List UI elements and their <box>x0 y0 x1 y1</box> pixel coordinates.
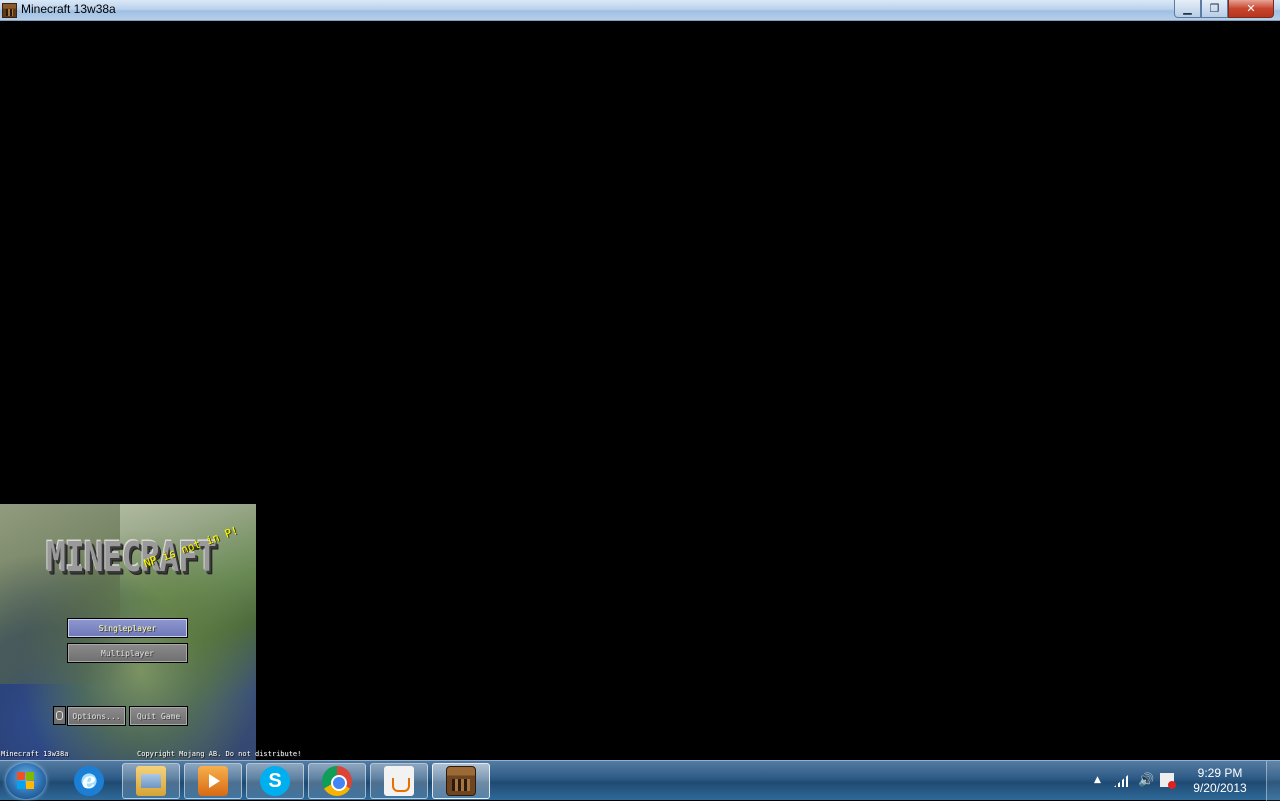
quit-game-button[interactable]: Quit Game <box>129 706 188 726</box>
globe-icon <box>56 711 63 720</box>
show-desktop-button[interactable] <box>1266 761 1280 801</box>
media-player-icon <box>198 766 228 796</box>
restore-button[interactable]: ❐ <box>1201 0 1228 18</box>
taskbar-skype[interactable]: S <box>246 763 304 799</box>
window-title: Minecraft 13w38a <box>21 2 116 16</box>
java-icon <box>384 766 414 796</box>
taskbar-minecraft[interactable] <box>432 763 490 799</box>
copyright-label: Copyright Mojang AB. Do not distribute! <box>137 750 302 758</box>
close-button[interactable]: ✕ <box>1228 0 1274 18</box>
system-tray: ▲ 🔊 9:29 PM 9/20/2013 <box>1090 761 1280 801</box>
chrome-icon <box>322 766 352 796</box>
options-button[interactable]: Options... <box>67 706 126 726</box>
minimize-button[interactable]: ▁ <box>1174 0 1201 18</box>
skype-icon: S <box>260 766 290 796</box>
language-button[interactable] <box>53 706 66 725</box>
multiplayer-button[interactable]: Multiplayer <box>67 643 188 663</box>
taskbar-media-player[interactable] <box>184 763 242 799</box>
taskbar-clock[interactable]: 9:29 PM 9/20/2013 <box>1184 766 1256 796</box>
version-label: Minecraft 13w38a <box>1 750 69 758</box>
singleplayer-button[interactable]: Singleplayer <box>67 618 188 638</box>
taskbar-chrome[interactable] <box>308 763 366 799</box>
window-titlebar[interactable]: Minecraft 13w38a ▁ ❐ ✕ <box>0 0 1280 21</box>
show-hidden-icons-icon[interactable]: ▲ <box>1094 775 1101 785</box>
minecraft-app-icon[interactable] <box>2 3 17 18</box>
window-controls: ▁ ❐ ✕ <box>1174 0 1274 18</box>
taskbar-explorer[interactable] <box>122 763 180 799</box>
minecraft-icon <box>446 766 476 796</box>
taskbar-ie[interactable]: e <box>60 763 118 799</box>
clock-time: 9:29 PM <box>1197 766 1243 780</box>
internet-explorer-icon: e <box>74 766 104 796</box>
taskbar: e S ▲ 🔊 9:29 PM 9/20/2013 <box>0 760 1280 801</box>
clock-date: 9/20/2013 <box>1193 781 1247 795</box>
action-center-flag-icon[interactable] <box>1160 773 1176 789</box>
network-signal-icon[interactable] <box>1114 775 1128 787</box>
taskbar-java[interactable] <box>370 763 428 799</box>
start-button[interactable] <box>6 763 46 799</box>
volume-icon[interactable]: 🔊 <box>1138 773 1154 788</box>
windows-explorer-icon <box>136 766 166 796</box>
